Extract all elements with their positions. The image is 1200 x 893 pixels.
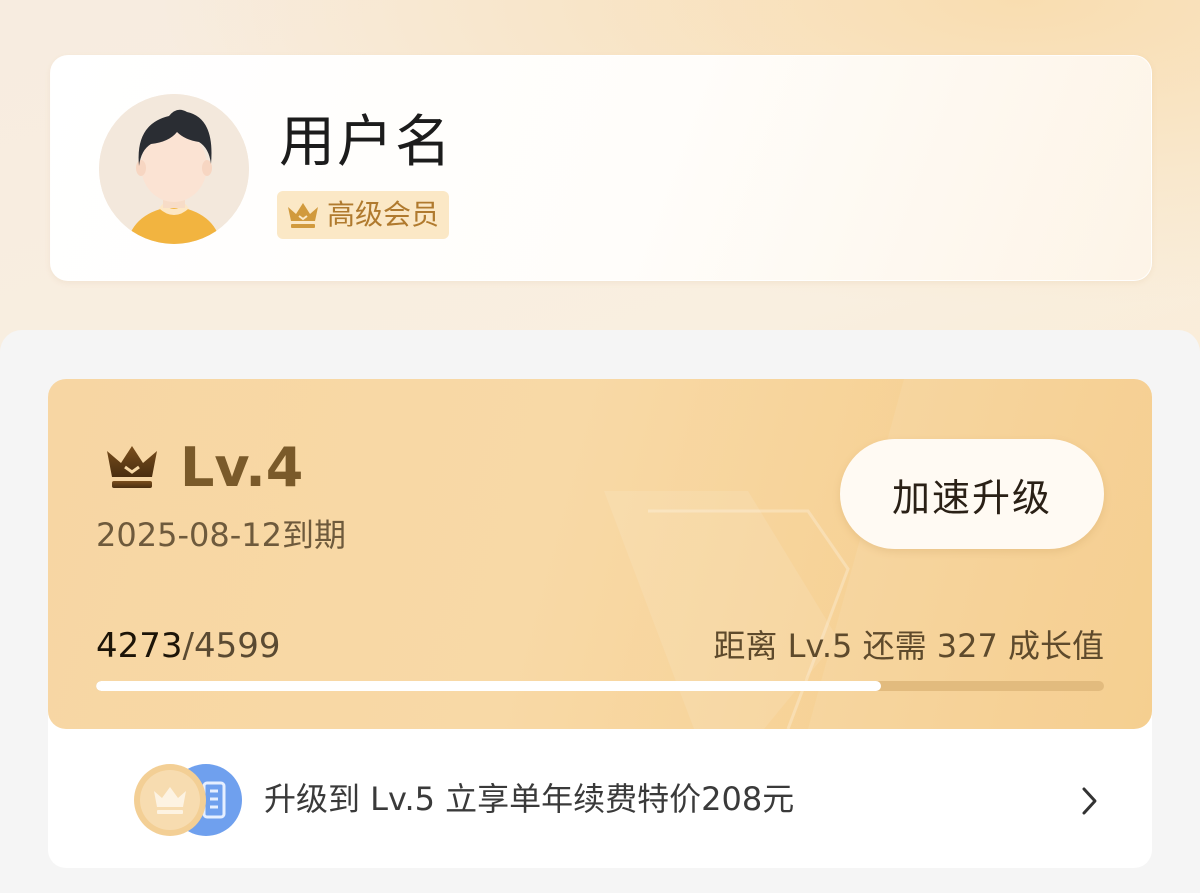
avatar[interactable]: [99, 94, 249, 244]
avatar-icon: [99, 94, 249, 244]
level-card: Lv.4 2025-08-12到期 加速升级 4273/4599 距离 Lv.5…: [48, 379, 1152, 729]
growth-total: 4599: [194, 626, 281, 666]
promo-icons: [134, 763, 246, 837]
crown-coin-icon: [134, 764, 206, 836]
profile-card: 用户名 高级会员: [50, 55, 1152, 281]
crown-icon: [288, 203, 318, 228]
promo-text: 升级到 Lv.5 立享单年续费特价208元: [264, 780, 795, 818]
growth-progress-value: 4273/4599: [96, 625, 281, 667]
chevron-right-icon: [1080, 785, 1100, 821]
growth-separator: /: [182, 626, 194, 666]
expiry-date: 2025-08-12到期: [96, 516, 346, 554]
boost-upgrade-button[interactable]: 加速升级: [840, 439, 1104, 549]
level-name: Lv.4: [180, 436, 304, 499]
membership-badge: 高级会员: [277, 191, 450, 239]
membership-label: 高级会员: [327, 198, 440, 231]
growth-current: 4273: [96, 626, 183, 666]
growth-progress-bar: [96, 681, 1104, 691]
remaining-growth-text: 距离 Lv.5 还需 327 成长值: [713, 627, 1104, 665]
username: 用户名: [279, 110, 453, 175]
growth-progress-fill: [96, 681, 882, 691]
level-crown-icon: [104, 443, 160, 497]
upgrade-promo-row[interactable]: 升级到 Lv.5 立享单年续费特价208元: [48, 729, 1152, 868]
